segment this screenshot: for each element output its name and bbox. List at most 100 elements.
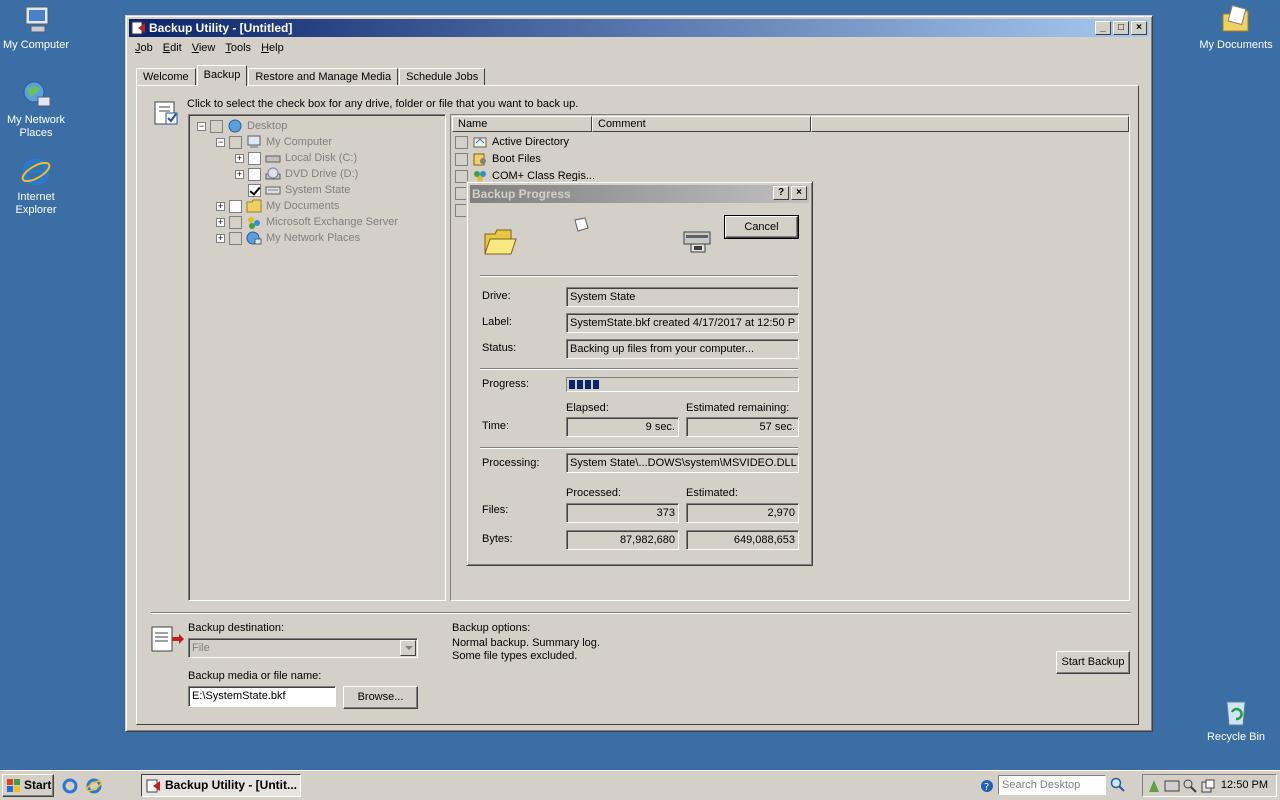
network-places-icon xyxy=(246,231,262,245)
minimize-button[interactable]: _ xyxy=(1095,21,1111,35)
tree-checkbox[interactable] xyxy=(229,199,242,213)
backup-media-input[interactable]: E:\SystemState.bkf xyxy=(188,686,336,707)
network-tray-icon[interactable] xyxy=(1147,778,1161,797)
checklist-icon xyxy=(154,99,180,127)
menu-tools[interactable]: Tools xyxy=(220,39,256,57)
desktop-icon-my-network-places[interactable]: My Network Places xyxy=(0,79,74,140)
column-name[interactable]: Name xyxy=(452,116,592,132)
list-checkbox[interactable] xyxy=(455,152,468,166)
files-estimated-value: 2,970 xyxy=(686,503,799,523)
vm-tray-icon[interactable] xyxy=(1164,778,1180,797)
tree-item-local-disk[interactable]: + Local Disk (C:) xyxy=(235,150,357,166)
svg-text:?: ? xyxy=(984,782,989,793)
backup-progress-dialog: Backup Progress ? × Cancel Drive: System… xyxy=(466,181,813,566)
tree-label: My Computer xyxy=(266,136,333,148)
tree-item-my-network-places[interactable]: + My Network Places xyxy=(216,230,360,246)
close-icon: × xyxy=(796,187,802,198)
documents-folder-icon xyxy=(1220,4,1252,36)
tree-item-my-computer[interactable]: − My Computer xyxy=(216,134,332,150)
elapsed-value: 9 sec. xyxy=(566,417,679,437)
processing-label: Processing: xyxy=(482,457,540,469)
processing-value: System State\...DOWS\system\MSVIDEO.DLL xyxy=(566,453,799,473)
menu-view[interactable]: View xyxy=(187,39,221,57)
tree-checkbox[interactable] xyxy=(210,119,223,133)
start-backup-button[interactable]: Start Backup xyxy=(1056,651,1130,674)
expand-icon[interactable]: + xyxy=(235,153,244,163)
recycle-bin-icon xyxy=(1220,696,1252,728)
tree-item-desktop[interactable]: − Desktop xyxy=(197,118,287,134)
desktop-icon-my-computer[interactable]: My Computer xyxy=(0,4,74,52)
expand-icon[interactable]: + xyxy=(216,217,225,227)
start-label: Start xyxy=(24,778,52,792)
dialog-divider xyxy=(480,368,798,370)
progress-block xyxy=(577,380,583,389)
tab-restore-and-manage-media[interactable]: Restore and Manage Media xyxy=(248,68,399,86)
tree-checkbox[interactable] xyxy=(248,167,261,181)
maximize-button[interactable]: □ xyxy=(1113,21,1129,35)
list-item-boot-files[interactable]: Boot Files xyxy=(455,151,541,167)
backup-destination-icon xyxy=(151,625,185,653)
column-empty xyxy=(811,116,1129,132)
tab-backup[interactable]: Backup xyxy=(196,65,248,86)
expand-icon[interactable]: + xyxy=(235,169,244,179)
quick-launch-ie-icon[interactable] xyxy=(62,778,78,797)
help-button[interactable]: ? xyxy=(773,186,789,200)
tree-item-my-documents[interactable]: + My Documents xyxy=(216,198,339,214)
exchange-server-icon xyxy=(246,215,262,229)
tree-item-exchange-server[interactable]: + Microsoft Exchange Server xyxy=(216,214,398,230)
tree-checkbox[interactable] xyxy=(248,151,261,165)
tree-item-system-state[interactable]: System State xyxy=(248,182,350,198)
browse-button[interactable]: Browse... xyxy=(343,686,418,709)
menu-help[interactable]: Help xyxy=(256,39,289,57)
magnifier-tray-icon[interactable] xyxy=(1182,778,1198,797)
selection-tree[interactable]: − Desktop − My Computer + Local Disk (C:… xyxy=(188,114,446,601)
desktop-icon xyxy=(227,119,243,133)
connection-tray-icon[interactable] xyxy=(1200,778,1216,797)
cancel-button[interactable]: Cancel xyxy=(724,215,799,239)
help-circle-icon[interactable]: ? xyxy=(980,779,994,796)
desktop-icon-internet-explorer[interactable]: Internet Explorer xyxy=(0,156,74,217)
instruction-text: Click to select the check box for any dr… xyxy=(187,98,579,110)
menu-job[interactable]: Job xyxy=(130,39,158,57)
elapsed-label: Elapsed: xyxy=(566,402,609,414)
list-item-label: Boot Files xyxy=(492,153,541,165)
files-processed-value: 373 xyxy=(566,503,679,523)
tree-checkbox[interactable] xyxy=(248,183,261,197)
tab-schedule-jobs[interactable]: Schedule Jobs xyxy=(399,68,486,86)
progress-block xyxy=(593,380,599,389)
quick-launch-explorer-icon[interactable] xyxy=(86,778,102,797)
taskbar-button-backup-utility[interactable]: Backup Utility - [Untit... xyxy=(141,774,301,797)
start-button[interactable]: Start xyxy=(2,774,54,797)
desktop-icon-my-documents[interactable]: My Documents xyxy=(1198,4,1274,52)
expand-icon[interactable]: + xyxy=(216,233,225,243)
backup-destination-select[interactable]: File xyxy=(188,638,418,658)
search-icon[interactable] xyxy=(1110,777,1126,796)
tree-item-dvd-drive[interactable]: + DVD Drive (D:) xyxy=(235,166,358,182)
tree-checkbox[interactable] xyxy=(229,215,242,229)
list-item-active-directory[interactable]: Active Directory xyxy=(455,134,569,150)
tree-checkbox[interactable] xyxy=(229,231,242,245)
close-button[interactable]: × xyxy=(1131,21,1147,35)
tree-checkbox[interactable] xyxy=(229,135,242,149)
window-titlebar[interactable]: Backup Utility - [Untitled] _ □ × xyxy=(129,19,1149,37)
desktop-icon-label: My Documents xyxy=(1199,39,1273,51)
column-comment[interactable]: Comment xyxy=(592,116,811,132)
collapse-icon[interactable]: − xyxy=(216,137,225,147)
internet-explorer-icon xyxy=(20,156,52,188)
chevron-down-icon[interactable] xyxy=(400,640,416,656)
list-header: Name Comment xyxy=(452,116,1129,132)
menu-edit[interactable]: Edit xyxy=(158,39,187,57)
dialog-titlebar[interactable]: Backup Progress ? × xyxy=(470,185,809,203)
desktop-icon-recycle-bin[interactable]: Recycle Bin xyxy=(1198,696,1274,744)
list-checkbox[interactable] xyxy=(455,135,468,149)
dialog-close-button[interactable]: × xyxy=(791,186,807,200)
desktop-icon-label: Recycle Bin xyxy=(1206,731,1266,743)
collapse-icon[interactable]: − xyxy=(197,121,206,131)
tree-label: System State xyxy=(285,184,351,196)
tab-welcome[interactable]: Welcome xyxy=(136,68,196,86)
active-directory-icon xyxy=(472,135,488,149)
help-icon: ? xyxy=(777,187,785,198)
search-desktop-input[interactable]: Search Desktop xyxy=(998,775,1106,795)
expand-icon[interactable]: + xyxy=(216,201,225,211)
estimated-label: Estimated: xyxy=(686,487,738,499)
